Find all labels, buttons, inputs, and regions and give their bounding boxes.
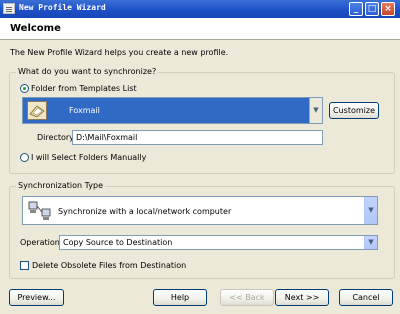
preview-button[interactable]: Preview... [9,289,64,306]
wizard-header: Welcome [0,18,400,40]
window-title: New Profile Wizard [19,3,106,12]
customize-button[interactable]: Customize [329,102,379,119]
chevron-down-icon[interactable]: ▼ [364,197,377,224]
maximize-icon[interactable]: □ [365,2,379,16]
app-icon [3,3,15,14]
minimize-icon[interactable]: _ [349,2,363,16]
operation-selected: Copy Source to Destination [63,238,173,247]
back-button[interactable]: << Back [220,289,274,306]
chevron-down-icon[interactable]: ▼ [364,236,377,249]
templates-radio[interactable] [20,84,29,93]
manual-radio-label[interactable]: I will Select Folders Manually [31,153,146,162]
folder-icon [27,101,47,120]
intro-text: The New Profile Wizard helps you create … [10,48,229,57]
template-selected: Foxmail [69,106,100,115]
templates-radio-label[interactable]: Folder from Templates List [31,84,137,93]
manual-radio[interactable] [20,153,29,162]
template-select[interactable]: Foxmail ▼ [22,97,323,124]
sync-source-legend: What do you want to synchronize? [16,67,159,76]
operation-select[interactable]: Copy Source to Destination ▼ [59,235,378,250]
operation-label: Operation [20,238,60,247]
help-button[interactable]: Help [153,289,207,306]
directory-label: Directory [37,133,74,142]
title-bar: New Profile Wizard _ □ × [0,0,400,18]
computer-network-icon [28,201,52,221]
delete-obsolete-label[interactable]: Delete Obsolete Files from Destination [32,261,186,270]
sync-type-select[interactable]: Synchronize with a local/network compute… [22,196,378,225]
directory-field[interactable]: D:\Mail\Foxmail [72,130,323,145]
page-title: Welcome [10,23,61,34]
sync-type-selected: Synchronize with a local/network compute… [58,207,232,216]
delete-obsolete-checkbox[interactable] [20,261,29,270]
close-icon[interactable]: × [381,2,395,16]
sync-type-legend: Synchronization Type [16,181,105,190]
next-button[interactable]: Next >> [275,289,329,306]
chevron-down-icon[interactable]: ▼ [309,98,322,123]
cancel-button[interactable]: Cancel [339,289,393,306]
